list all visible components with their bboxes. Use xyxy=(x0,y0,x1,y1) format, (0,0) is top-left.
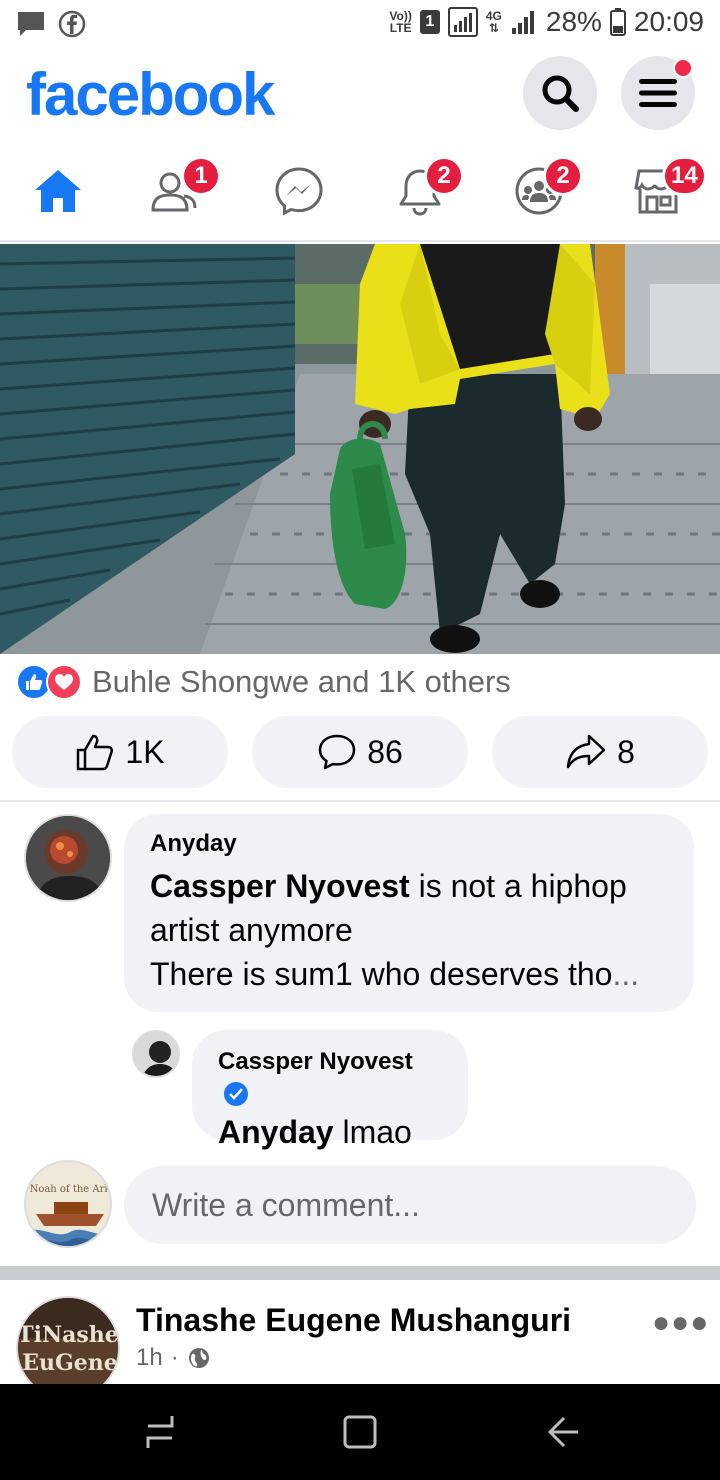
search-icon xyxy=(542,75,579,112)
reactions-text: Buhle Shongwe and 1K others xyxy=(92,664,511,699)
next-post-author[interactable]: Tinashe Eugene Mushanguri xyxy=(136,1302,571,1339)
verified-badge-icon xyxy=(224,1082,248,1106)
comment-mention[interactable]: Cassper Nyovest xyxy=(150,868,410,904)
android-navigation-bar xyxy=(0,1384,720,1480)
post-photo[interactable] xyxy=(0,244,720,654)
reply-bubble[interactable]: Cassper Nyovest Anyday lmao xyxy=(192,1030,468,1150)
hamburger-icon xyxy=(639,79,677,107)
love-reaction-icon xyxy=(46,664,82,700)
comment-input-placeholder: Write a comment xyxy=(152,1186,394,1223)
home-icon xyxy=(35,170,81,212)
comment-input[interactable]: Write a comment... xyxy=(124,1166,696,1244)
feed-separator xyxy=(0,1266,720,1280)
comment-button[interactable]: 86 xyxy=(252,716,468,788)
notifications-badge: 2 xyxy=(424,156,464,196)
search-button[interactable] xyxy=(523,56,597,130)
next-post-time[interactable]: 1h xyxy=(136,1344,163,1372)
comment-bubble[interactable]: Anyday Cassper Nyovest is not a hiphop a… xyxy=(124,814,694,1012)
reply-text-rest: lmao xyxy=(333,1114,412,1150)
reply-avatar-image xyxy=(134,1032,178,1076)
post-image xyxy=(0,244,720,654)
reply-mention[interactable]: Anyday xyxy=(218,1114,334,1150)
battery-icon xyxy=(609,8,626,36)
post-actions: 1K 86 8 xyxy=(12,716,708,788)
like-count: 1K xyxy=(125,733,165,770)
comment-author[interactable]: Anyday xyxy=(150,830,668,858)
main-nav: 1 2 2 14 xyxy=(0,142,720,242)
marketplace-badge: 14 xyxy=(662,156,707,196)
reply-author[interactable]: Cassper Nyovest xyxy=(218,1048,442,1106)
friends-badge: 1 xyxy=(181,156,221,196)
clock: 20:09 xyxy=(633,6,704,37)
reply-text: Anyday lmao xyxy=(218,1110,442,1154)
comment-text: Cassper Nyovest is not a hiphop artist a… xyxy=(150,864,668,996)
facebook-logo[interactable]: facebook xyxy=(26,60,275,129)
menu-notification-dot xyxy=(673,58,693,78)
data-type-indicator: 4G ⇅ xyxy=(485,9,502,35)
divider xyxy=(0,800,720,802)
more-options-icon[interactable]: ●●● xyxy=(652,1306,709,1340)
groups-badge: 2 xyxy=(543,156,583,196)
nav-home[interactable] xyxy=(18,156,98,226)
share-icon xyxy=(566,734,606,769)
avatar[interactable] xyxy=(132,1030,180,1078)
share-count: 8 xyxy=(617,733,635,770)
svg-text:EuGene: EuGene xyxy=(22,1350,118,1376)
nav-notifications[interactable]: 2 xyxy=(380,156,464,226)
comment-input-placeholder-dots: ... xyxy=(393,1186,420,1223)
next-post-meta: 1h · xyxy=(136,1344,211,1372)
composer-avatar-image: Noah of the Ark xyxy=(26,1162,112,1246)
messenger-icon xyxy=(275,167,323,216)
chat-notification-icon xyxy=(18,12,44,36)
status-bar: Vo)) LTE 1 4G ⇅ 28% 20:09 xyxy=(0,0,720,50)
globe-icon xyxy=(188,1348,209,1368)
status-left xyxy=(16,10,86,38)
nav-marketplace[interactable]: 14 xyxy=(618,156,707,226)
composer-avatar-text: Noah of the Ark xyxy=(30,1184,112,1195)
comment-see-more[interactable]: ... xyxy=(612,956,639,992)
avatar[interactable] xyxy=(24,814,112,902)
nav-groups[interactable]: 2 xyxy=(499,156,583,226)
meta-separator: · xyxy=(170,1344,179,1371)
comment-icon xyxy=(318,734,356,770)
nav-friends[interactable]: 1 xyxy=(133,156,221,226)
nav-messenger[interactable] xyxy=(259,156,339,226)
sim-indicator: 1 xyxy=(419,10,440,34)
commenter-avatar-image xyxy=(26,816,110,900)
recent-apps-icon[interactable] xyxy=(140,1412,180,1452)
comment-count: 86 xyxy=(367,733,403,770)
menu-button[interactable] xyxy=(621,56,695,130)
svg-text:TiNashe: TiNashe xyxy=(18,1322,119,1348)
back-icon[interactable] xyxy=(544,1414,580,1450)
home-nav-icon[interactable] xyxy=(342,1414,378,1450)
thumbs-up-icon xyxy=(77,734,114,771)
comment-text-line2: There is sum1 who deserves tho xyxy=(150,956,613,992)
signal-icon xyxy=(447,7,478,37)
status-right: Vo)) LTE 1 4G ⇅ 28% 20:09 xyxy=(389,6,704,38)
like-button[interactable]: 1K xyxy=(12,716,228,788)
reactions-summary[interactable]: Buhle Shongwe and 1K others xyxy=(16,662,511,702)
volte-indicator: Vo)) LTE xyxy=(389,9,412,35)
share-button[interactable]: 8 xyxy=(492,716,708,788)
avatar[interactable]: Noah of the Ark xyxy=(24,1160,112,1248)
app-header: facebook xyxy=(0,50,720,142)
facebook-notification-icon xyxy=(58,10,86,38)
battery-percent: 28% xyxy=(545,6,602,37)
signal-strength-icon xyxy=(511,11,534,34)
